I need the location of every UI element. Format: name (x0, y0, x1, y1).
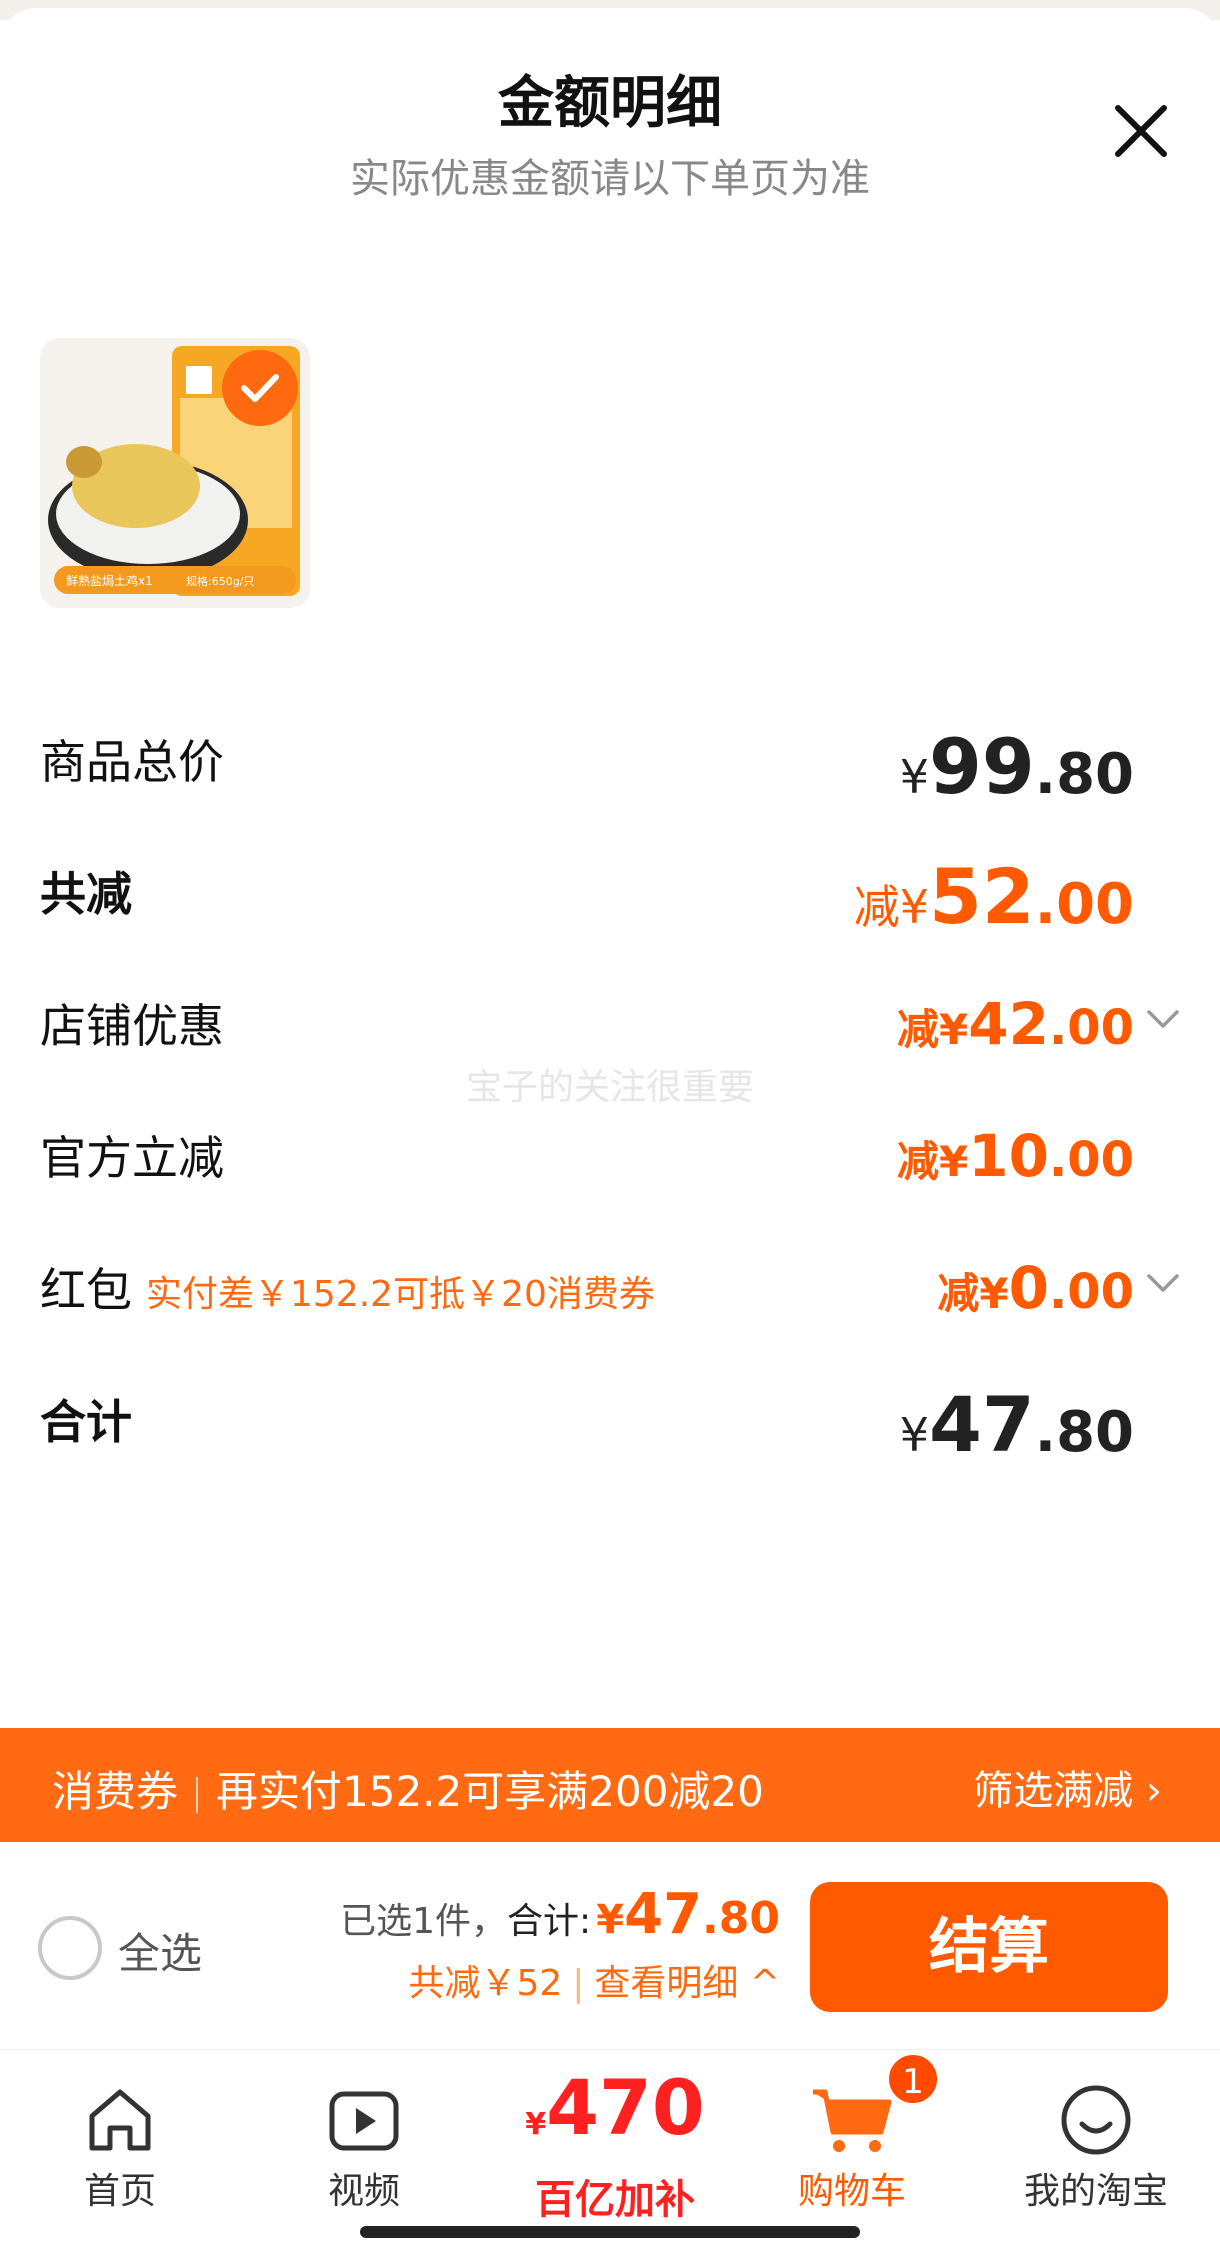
row-label: 官方立减 (40, 1131, 224, 1185)
close-icon[interactable] (1110, 100, 1172, 162)
tab-promo-subsidy[interactable]: ¥470 百亿加补 (520, 2060, 710, 2240)
checkout-button[interactable]: 结算 (810, 1882, 1168, 2012)
tab-label: 视频 (327, 2171, 400, 2212)
view-detail-link[interactable]: 共减￥52 | 查看明细 ^ (408, 1954, 780, 2006)
chevron-down-icon[interactable] (1146, 1272, 1180, 1296)
row-total-discount: 共减 减¥52.00 (40, 852, 1180, 942)
row-label: 商品总价 (40, 735, 224, 789)
red-packet-hint: 实付差￥152.2可抵￥20消费券 (146, 1274, 655, 1315)
smile-face-icon (1061, 2085, 1131, 2155)
svg-text:规格:650g/只: 规格:650g/只 (186, 574, 254, 588)
tab-my-taobao[interactable]: 我的淘宝 (996, 2060, 1196, 2240)
select-all-label[interactable]: 全选 (118, 1920, 202, 1981)
watermark-text: 宝子的关注很重要 (465, 1067, 754, 1108)
tab-label: 购物车 (797, 2171, 906, 2212)
tab-label: 我的淘宝 (1023, 2171, 1168, 2212)
promo-label: 百亿加补 (535, 2177, 695, 2223)
row-value: 减¥0.00 (937, 1254, 1134, 1322)
select-all-radio[interactable] (38, 1916, 102, 1980)
row-value: ¥99.80 (899, 722, 1134, 811)
row-value: 减¥52.00 (853, 852, 1134, 941)
sheet-title: 金额明细 (498, 71, 722, 136)
sheet-subtitle: 实际优惠金额请以下单页为准 (350, 156, 870, 202)
row-official-discount: 官方立减 减¥10.00 (40, 1122, 1180, 1192)
tab-label: 首页 (83, 2171, 156, 2212)
tab-home[interactable]: 首页 (20, 2060, 220, 2240)
row-store-discount[interactable]: 店铺优惠 减¥42.00 (40, 990, 1180, 1060)
row-label: 店铺优惠 (40, 999, 224, 1053)
row-label: 红包 实付差￥152.2可抵￥20消费券 (40, 1263, 655, 1317)
row-product-total: 商品总价 ¥99.80 (40, 722, 1180, 812)
promo-amount: ¥470 (525, 2063, 705, 2152)
checkout-summary: 已选1件，合计: ¥47.80 (340, 1882, 780, 1947)
checkout-bar: 全选 已选1件，合计: ¥47.80 共减￥52 | 查看明细 ^ 结算 (0, 1842, 1220, 2050)
home-indicator (360, 2226, 860, 2238)
row-value: ¥47.80 (899, 1380, 1134, 1469)
coupon-bar-text: 消费券 再实付152.2可享满200减20 (52, 1767, 764, 1816)
row-label: 共减 (40, 867, 132, 921)
cart-count-badge: 1 (886, 2052, 940, 2106)
product-selected-check-icon[interactable] (222, 350, 298, 426)
tab-video[interactable]: 视频 (264, 2060, 464, 2240)
row-label: 合计 (40, 1395, 132, 1449)
row-sum: 合计 ¥47.80 (40, 1380, 1180, 1470)
row-red-packet[interactable]: 红包 实付差￥152.2可抵￥20消费券 减¥0.00 (40, 1254, 1180, 1324)
video-play-icon (329, 2091, 399, 2151)
filter-discount-link[interactable]: 筛选满减 › (973, 1758, 1162, 1816)
svg-text:鲜熟盐焗土鸡x1: 鲜熟盐焗土鸡x1 (66, 573, 153, 588)
row-value: 减¥10.00 (897, 1122, 1134, 1190)
home-icon (89, 2089, 151, 2151)
chevron-down-icon[interactable] (1146, 1008, 1180, 1032)
coupon-bar[interactable]: 消费券 再实付152.2可享满200减20 筛选满减 › (0, 1728, 1220, 1842)
row-value: 减¥42.00 (897, 990, 1134, 1058)
shopping-cart-icon (813, 2089, 892, 2152)
